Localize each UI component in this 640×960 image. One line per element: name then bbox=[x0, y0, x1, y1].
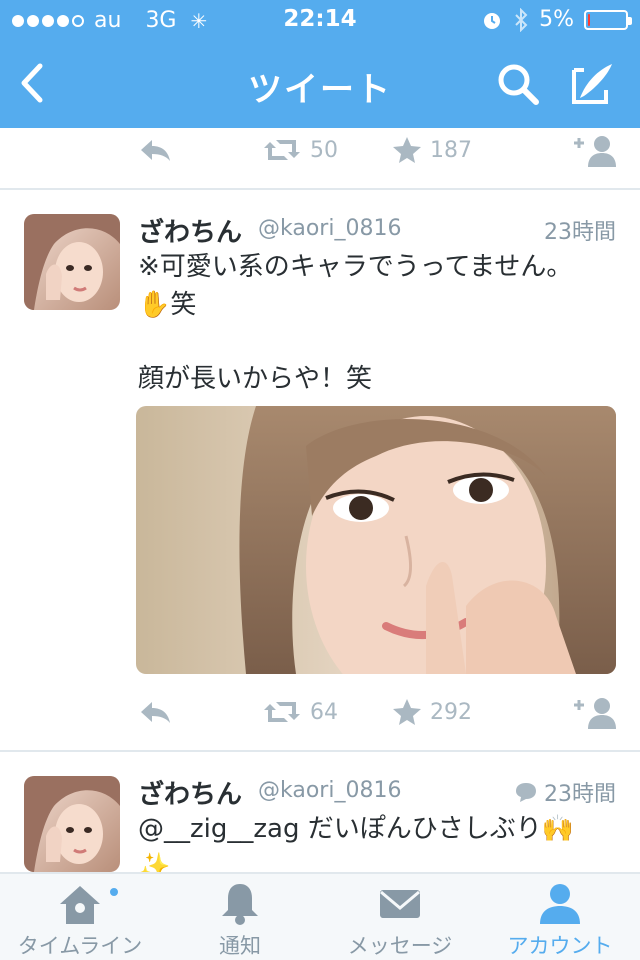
search-icon bbox=[498, 64, 539, 105]
avatar[interactable] bbox=[24, 776, 120, 872]
header: au 3G ✳ 22:14 5% ツイート bbox=[0, 0, 640, 128]
conversation-icon bbox=[516, 783, 536, 802]
tab-timeline[interactable]: タイムライン bbox=[0, 874, 160, 960]
tweet[interactable]: ざわちん @kaori_0816 23時間 @__zig__zag だいぽんひさ… bbox=[0, 752, 640, 872]
battery-percent: 5% bbox=[539, 7, 574, 32]
retweet-count: 50 bbox=[310, 137, 338, 163]
tab-messages[interactable]: メッセージ bbox=[320, 874, 480, 960]
tweet-author-name[interactable]: ざわちん bbox=[138, 774, 242, 811]
bluetooth-icon bbox=[515, 7, 528, 32]
retweet-icon bbox=[264, 702, 300, 722]
envelope-icon bbox=[380, 890, 420, 918]
retweet-icon bbox=[264, 140, 300, 160]
tab-bar: タイムライン 通知 メッセージ アカウント bbox=[0, 872, 640, 960]
tweet-feed[interactable]: 50 187 ざわちん @kaori_0816 23時間 ※可愛い系のキャラでう… bbox=[0, 128, 640, 872]
nav-bar: ツイート bbox=[0, 40, 640, 128]
tweet-author-handle[interactable]: @kaori_0816 bbox=[258, 778, 401, 803]
bell-icon bbox=[222, 884, 258, 925]
reply-icon bbox=[141, 702, 170, 723]
tweet-author-name[interactable]: ざわちん bbox=[138, 212, 242, 249]
tweet-time-label: 23時間 bbox=[544, 782, 616, 807]
avatar-photo bbox=[24, 214, 120, 310]
retweet-button[interactable]: 64 bbox=[262, 690, 338, 734]
tweet-text-line: 顔が長いからや！笑 bbox=[138, 364, 373, 394]
star-icon bbox=[393, 137, 421, 163]
alarm-icon bbox=[484, 12, 501, 29]
tweet-time-label: 23時間 bbox=[544, 220, 616, 245]
battery-level bbox=[588, 13, 590, 26]
add-user-icon bbox=[574, 698, 616, 729]
page-title: ツイート bbox=[248, 70, 392, 110]
add-user-icon bbox=[574, 136, 616, 167]
reply-icon bbox=[141, 140, 170, 161]
follow-button[interactable] bbox=[572, 128, 618, 172]
tweet-actions: 64 292 bbox=[0, 690, 640, 734]
home-icon bbox=[60, 886, 100, 924]
tweet-text-line: @__zig__zag だいぽんひさしぶり🙌 bbox=[138, 814, 575, 844]
tweet[interactable]: ざわちん @kaori_0816 23時間 ※可愛い系のキャラでうってません。 … bbox=[0, 190, 640, 750]
tab-label: 通知 bbox=[219, 934, 261, 958]
star-icon bbox=[393, 699, 421, 725]
tweet-text-line: ※可愛い系のキャラでうってません。 bbox=[138, 252, 573, 282]
tweet-timestamp: 23時間 bbox=[544, 214, 616, 246]
search-button[interactable] bbox=[494, 60, 542, 108]
retweet-count: 64 bbox=[310, 699, 338, 725]
favorite-button[interactable]: 187 bbox=[392, 128, 472, 172]
avatar-photo bbox=[24, 776, 120, 872]
compose-icon bbox=[572, 64, 612, 104]
tweet-text-line: ✨ bbox=[138, 852, 171, 872]
follow-button[interactable] bbox=[572, 690, 618, 734]
status-bar: au 3G ✳ 22:14 5% bbox=[0, 0, 640, 40]
status-right: 5% bbox=[481, 7, 632, 32]
tab-account[interactable]: アカウント bbox=[480, 874, 640, 960]
reply-button[interactable] bbox=[138, 128, 172, 172]
tweet-text-line: ✋笑 bbox=[138, 290, 197, 320]
reply-button[interactable] bbox=[138, 690, 172, 734]
selfie-photo bbox=[136, 406, 616, 674]
tab-label: タイムライン bbox=[17, 934, 143, 958]
person-icon bbox=[540, 884, 580, 924]
tweet-author-handle[interactable]: @kaori_0816 bbox=[258, 216, 401, 241]
compose-button[interactable] bbox=[568, 60, 618, 108]
tab-notifications[interactable]: 通知 bbox=[160, 874, 320, 960]
tab-label: メッセージ bbox=[347, 934, 453, 958]
favorite-button[interactable]: 292 bbox=[392, 690, 472, 734]
favorite-count: 187 bbox=[430, 137, 472, 163]
avatar[interactable] bbox=[24, 214, 120, 310]
tab-label: アカウント bbox=[507, 934, 613, 958]
tweet-timestamp: 23時間 bbox=[514, 776, 616, 808]
battery-icon bbox=[584, 9, 632, 30]
tweet-media-photo[interactable] bbox=[136, 406, 616, 674]
new-content-badge bbox=[108, 886, 120, 898]
retweet-button[interactable]: 50 bbox=[262, 128, 338, 172]
favorite-count: 292 bbox=[430, 699, 472, 725]
tweet-actions: 50 187 bbox=[0, 128, 640, 172]
